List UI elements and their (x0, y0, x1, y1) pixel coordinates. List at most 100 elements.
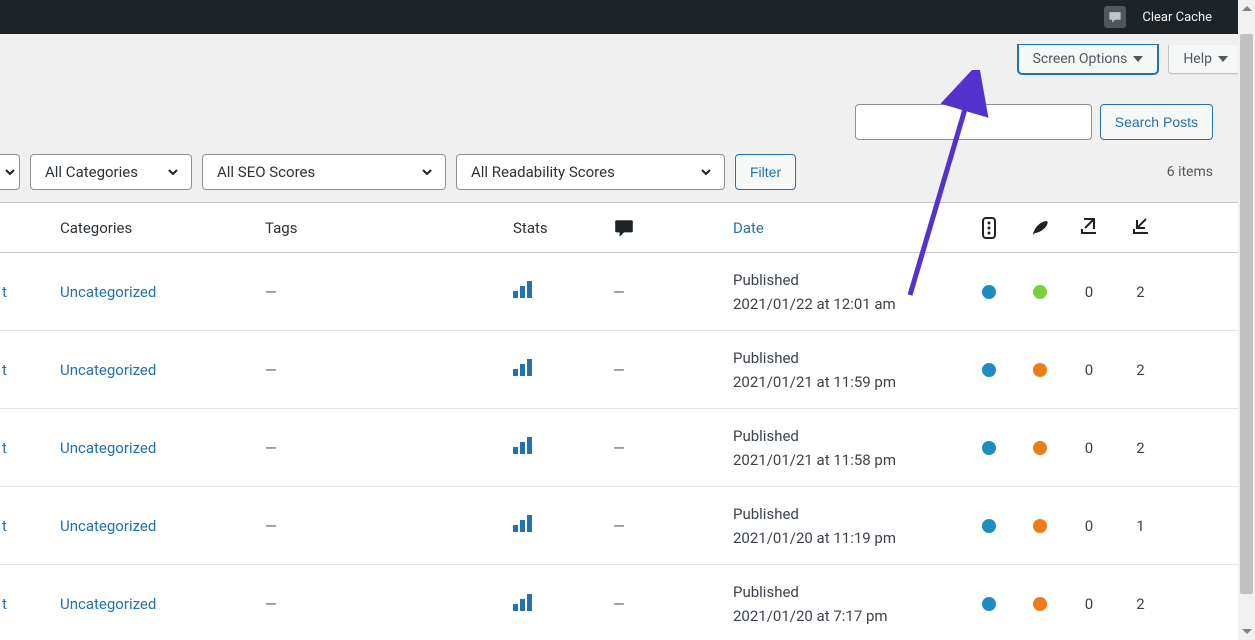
readability-cell (1015, 441, 1065, 455)
post-title-stub[interactable]: t (0, 361, 20, 379)
col-readability[interactable] (1015, 218, 1065, 238)
scrollbar-track[interactable] (1238, 0, 1255, 640)
admin-bar: Clear Cache (0, 0, 1255, 34)
col-date[interactable]: Date (733, 219, 963, 237)
readability-dot-icon (1033, 519, 1047, 533)
stats-cell[interactable] (513, 359, 613, 380)
chevron-down-icon (419, 164, 435, 180)
caret-down-icon (1218, 56, 1228, 62)
search-posts-button[interactable]: Search Posts (1100, 104, 1213, 140)
post-title-stub[interactable]: t (0, 283, 20, 301)
date-cell: Published2021/01/22 at 12:01 am (733, 268, 963, 316)
adminbar-comments[interactable] (1096, 0, 1134, 34)
outgoing-links-cell: 0 (1065, 361, 1113, 379)
seo-score-cell (963, 441, 1015, 455)
stats-cell[interactable] (513, 437, 613, 458)
comment-icon (613, 217, 635, 239)
incoming-links-cell: 2 (1113, 361, 1168, 379)
bars-icon (513, 594, 532, 611)
outgoing-links-cell: 0 (1065, 439, 1113, 457)
categories-dd-label: All Categories (45, 163, 138, 181)
help-tab[interactable]: Help (1168, 45, 1243, 74)
category-link[interactable]: Uncategorized (60, 595, 156, 613)
stats-cell[interactable] (513, 594, 613, 615)
readability-dot-icon (1033, 285, 1047, 299)
seo-score-cell (963, 597, 1015, 611)
readability-cell (1015, 285, 1065, 299)
post-title-stub[interactable]: t (0, 517, 20, 535)
col-incoming-links[interactable] (1113, 215, 1168, 241)
category-link[interactable]: Uncategorized (60, 283, 156, 301)
seo-score-cell (963, 363, 1015, 377)
comments-cell: — (613, 595, 733, 613)
col-outgoing-links[interactable] (1065, 215, 1113, 241)
category-link[interactable]: Uncategorized (60, 361, 156, 379)
readability-dot-icon (1033, 363, 1047, 377)
adminbar-clear-cache[interactable]: Clear Cache (1134, 0, 1220, 34)
col-stats[interactable]: Stats (513, 219, 613, 237)
comment-bubble-icon (1104, 6, 1126, 28)
comments-cell: — (613, 361, 733, 379)
readability-cell (1015, 519, 1065, 533)
col-tags[interactable]: Tags (265, 219, 513, 237)
categories-dropdown[interactable]: All Categories (30, 154, 192, 190)
scroll-up-arrow[interactable] (1238, 0, 1255, 17)
table-row: t Uncategorized — — Published2021/01/21 … (0, 409, 1255, 487)
scrollbar-thumb[interactable] (1240, 34, 1253, 594)
tags-cell: — (265, 283, 513, 301)
search-row: Search Posts (0, 74, 1255, 154)
items-count: 6 items (1167, 164, 1213, 180)
table-row: t Uncategorized — — Published2021/01/21 … (0, 331, 1255, 409)
outgoing-links-cell: 0 (1065, 517, 1113, 535)
seo-scores-dropdown[interactable]: All SEO Scores (202, 154, 446, 190)
filter-button[interactable]: Filter (735, 154, 796, 190)
readability-scores-dropdown[interactable]: All Readability Scores (456, 154, 725, 190)
incoming-links-cell: 1 (1113, 517, 1168, 535)
post-title-stub[interactable]: t (0, 595, 20, 613)
stats-cell[interactable] (513, 281, 613, 302)
date-cell: Published2021/01/20 at 11:19 pm (733, 502, 963, 550)
outgoing-links-cell: 0 (1065, 595, 1113, 613)
col-categories[interactable]: Categories (20, 219, 265, 237)
read-dd-label: All Readability Scores (471, 163, 615, 181)
bars-icon (513, 359, 532, 376)
category-link[interactable]: Uncategorized (60, 517, 156, 535)
feather-icon (1030, 218, 1050, 238)
outgoing-links-cell: 0 (1065, 283, 1113, 301)
date-cell: Published2021/01/21 at 11:58 pm (733, 424, 963, 472)
dropdown-partial[interactable] (0, 154, 20, 190)
date-cell: Published2021/01/20 at 7:17 pm (733, 580, 963, 628)
seo-dot-icon (982, 519, 996, 533)
col-comments[interactable] (613, 217, 733, 239)
tags-cell: — (265, 595, 513, 613)
incoming-link-icon (1130, 215, 1152, 237)
tags-cell: — (265, 517, 513, 535)
incoming-links-cell: 2 (1113, 595, 1168, 613)
bars-icon (513, 281, 532, 298)
seo-dd-label: All SEO Scores (217, 163, 315, 181)
readability-cell (1015, 363, 1065, 377)
seo-score-cell (963, 285, 1015, 299)
scroll-down-arrow[interactable] (1238, 623, 1255, 640)
post-title-stub[interactable]: t (0, 439, 20, 457)
stats-cell[interactable] (513, 515, 613, 536)
posts-table: Categories Tags Stats Date t Uncategoriz… (0, 202, 1255, 640)
caret-down-icon (1133, 56, 1143, 62)
table-row: t Uncategorized — — Published2021/01/20 … (0, 487, 1255, 565)
readability-dot-icon (1033, 597, 1047, 611)
outgoing-link-icon (1078, 215, 1100, 237)
readability-cell (1015, 597, 1065, 611)
chevron-down-icon (698, 164, 714, 180)
screen-options-tab[interactable]: Screen Options (1018, 45, 1159, 74)
comments-cell: — (613, 517, 733, 535)
category-link[interactable]: Uncategorized (60, 439, 156, 457)
comments-cell: — (613, 439, 733, 457)
seo-dot-icon (982, 441, 996, 455)
tags-cell: — (265, 439, 513, 457)
filter-row: All Categories All SEO Scores All Readab… (0, 154, 1255, 202)
search-input[interactable] (855, 104, 1092, 140)
bars-icon (513, 437, 532, 454)
chevron-down-icon (2, 164, 18, 180)
table-row: t Uncategorized — — Published2021/01/22 … (0, 253, 1255, 331)
col-seo-score[interactable] (963, 217, 1015, 239)
